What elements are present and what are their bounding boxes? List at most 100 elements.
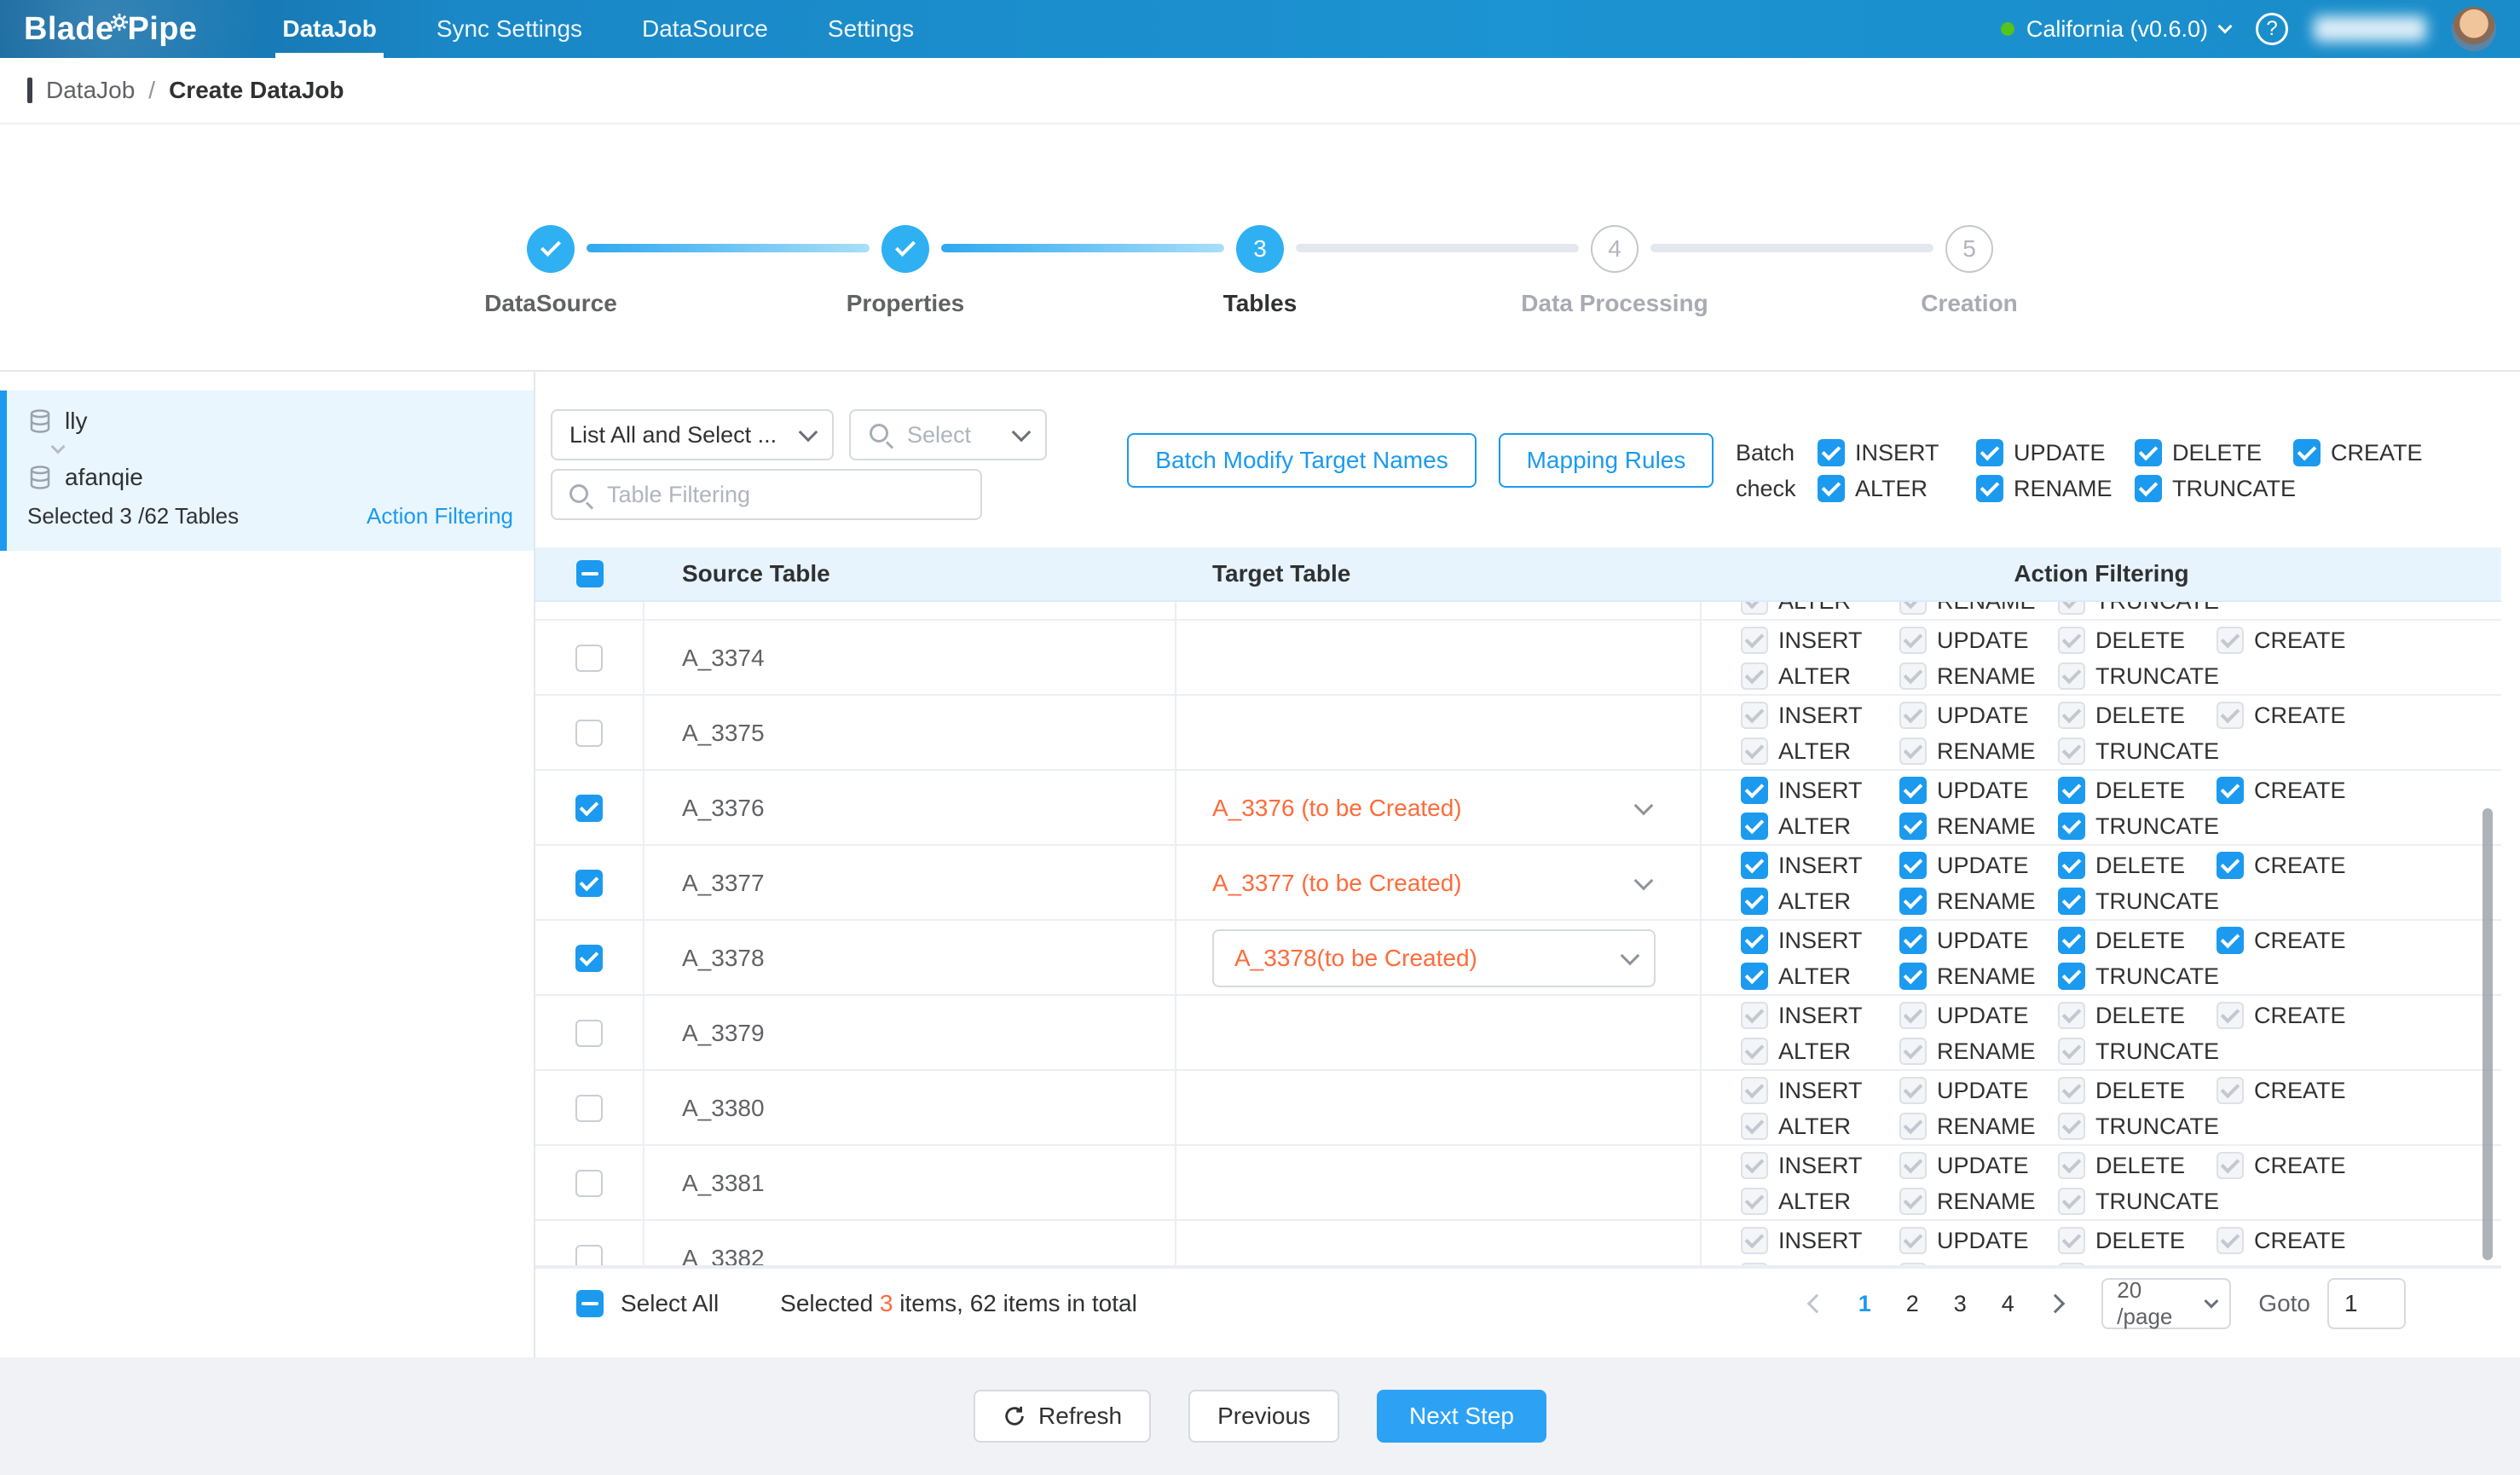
checkbox-insert[interactable]: [1741, 777, 1768, 804]
checkbox-update[interactable]: [1976, 439, 2003, 466]
checkbox-insert[interactable]: [1818, 439, 1845, 466]
breadcrumb-parent[interactable]: DataJob: [46, 77, 135, 104]
action-checkbox-alter[interactable]: ALTER: [1741, 808, 1899, 844]
checkbox-delete[interactable]: [2058, 852, 2085, 879]
checkbox-truncate[interactable]: [2058, 813, 2085, 840]
select-dropdown[interactable]: Select: [849, 409, 1047, 460]
row-checkbox[interactable]: [575, 1245, 603, 1267]
help-button[interactable]: ?: [2256, 13, 2288, 45]
checkbox-delete[interactable]: [2058, 777, 2085, 804]
row-checkbox[interactable]: [575, 870, 603, 897]
action-checkbox-delete[interactable]: DELETE: [2135, 435, 2293, 471]
action-checkbox-update[interactable]: UPDATE: [1976, 435, 2135, 471]
action-checkbox-update[interactable]: UPDATE: [1899, 847, 2058, 883]
action-checkbox-truncate[interactable]: TRUNCATE: [2058, 808, 2217, 844]
checkbox-rename[interactable]: [1899, 888, 1927, 915]
list-mode-dropdown[interactable]: List All and Select ...: [551, 409, 834, 460]
checkbox-create[interactable]: [2217, 927, 2244, 954]
chevron-down-icon[interactable]: [1634, 796, 1654, 816]
checkbox-truncate[interactable]: [2135, 475, 2162, 502]
action-checkbox-insert[interactable]: INSERT: [1818, 435, 1976, 471]
checkbox-delete[interactable]: [2135, 439, 2162, 466]
action-checkbox-alter[interactable]: ALTER: [1741, 883, 1899, 919]
checkbox-insert[interactable]: [1741, 852, 1768, 879]
action-checkbox-update[interactable]: UPDATE: [1899, 772, 2058, 808]
checkbox-alter[interactable]: [1741, 813, 1768, 840]
action-checkbox-create[interactable]: CREATE: [2217, 923, 2375, 958]
row-checkbox[interactable]: [575, 1020, 603, 1047]
checkbox-update[interactable]: [1899, 927, 1927, 954]
action-checkbox-truncate[interactable]: TRUNCATE: [2058, 883, 2217, 919]
batch-modify-target-names-button[interactable]: Batch Modify Target Names: [1127, 433, 1477, 488]
checkbox-create[interactable]: [2293, 439, 2321, 466]
action-checkbox-insert[interactable]: INSERT: [1741, 923, 1899, 958]
action-checkbox-rename[interactable]: RENAME: [1899, 883, 2058, 919]
target-table-select[interactable]: A_3378(to be Created): [1212, 929, 1656, 987]
checkbox-rename[interactable]: [1899, 963, 1927, 990]
checkbox-truncate[interactable]: [2058, 963, 2085, 990]
checkbox-alter[interactable]: [1741, 963, 1768, 990]
row-checkbox[interactable]: [575, 1170, 603, 1197]
nav-item-datajob[interactable]: DataJob: [275, 0, 383, 58]
checkbox-alter[interactable]: [1818, 475, 1845, 502]
prev-page-button[interactable]: [1795, 1280, 1839, 1328]
action-checkbox-insert[interactable]: INSERT: [1741, 772, 1899, 808]
action-checkbox-delete[interactable]: DELETE: [2058, 772, 2217, 808]
nav-item-datasource[interactable]: DataSource: [635, 0, 775, 58]
refresh-button[interactable]: Refresh: [974, 1390, 1151, 1443]
avatar[interactable]: [2452, 7, 2496, 51]
checkbox-rename[interactable]: [1899, 813, 1927, 840]
action-checkbox-truncate[interactable]: TRUNCATE: [2135, 471, 2293, 506]
checkbox-insert[interactable]: [1741, 927, 1768, 954]
row-checkbox[interactable]: [575, 645, 603, 672]
action-checkbox-rename[interactable]: RENAME: [1899, 808, 2058, 844]
mapping-rules-button[interactable]: Mapping Rules: [1499, 433, 1714, 488]
select-all-header-checkbox[interactable]: [576, 560, 604, 587]
target-table-name[interactable]: A_3376 (to be Created): [1212, 795, 1462, 822]
page-button-1[interactable]: 1: [1842, 1280, 1887, 1328]
action-checkbox-alter[interactable]: ALTER: [1818, 471, 1976, 506]
action-checkbox-insert[interactable]: INSERT: [1741, 847, 1899, 883]
row-checkbox[interactable]: [575, 795, 603, 822]
page-button-3[interactable]: 3: [1938, 1280, 1982, 1328]
checkbox-create[interactable]: [2217, 852, 2244, 879]
chevron-down-icon[interactable]: [1634, 871, 1654, 891]
action-checkbox-create[interactable]: CREATE: [2217, 772, 2375, 808]
action-checkbox-truncate[interactable]: TRUNCATE: [2058, 958, 2217, 994]
row-checkbox[interactable]: [575, 1095, 603, 1122]
select-all-checkbox[interactable]: [576, 1290, 604, 1317]
target-table-name[interactable]: A_3377 (to be Created): [1212, 870, 1462, 897]
next-page-button[interactable]: [2033, 1280, 2078, 1328]
action-checkbox-create[interactable]: CREATE: [2217, 847, 2375, 883]
table-scrollbar-thumb[interactable]: [2482, 808, 2493, 1260]
action-filtering-link[interactable]: Action Filtering: [367, 503, 513, 529]
column-header-source: Source Table: [644, 560, 1176, 587]
goto-page-input[interactable]: [2327, 1278, 2406, 1329]
checkbox-update[interactable]: [1899, 777, 1927, 804]
action-checkbox-delete[interactable]: DELETE: [2058, 923, 2217, 958]
nav-item-sync-settings[interactable]: Sync Settings: [430, 0, 589, 58]
page-button-4[interactable]: 4: [1985, 1280, 2030, 1328]
checkbox-delete[interactable]: [2058, 927, 2085, 954]
checkbox-rename[interactable]: [1976, 475, 2003, 502]
action-checkbox-create[interactable]: CREATE: [2293, 435, 2452, 471]
next-step-button[interactable]: Next Step: [1377, 1390, 1546, 1443]
checkbox-update[interactable]: [1899, 852, 1927, 879]
checkbox-truncate[interactable]: [2058, 888, 2085, 915]
action-checkbox-delete[interactable]: DELETE: [2058, 847, 2217, 883]
datasource-pair-card[interactable]: lly afanqie Selected 3 /62 Tables Action…: [0, 390, 534, 551]
action-checkbox-rename[interactable]: RENAME: [1976, 471, 2135, 506]
action-checkbox-rename[interactable]: RENAME: [1899, 958, 2058, 994]
page-size-select[interactable]: 20 /page: [2101, 1278, 2231, 1329]
row-checkbox[interactable]: [575, 720, 603, 747]
table-filter-input[interactable]: [551, 469, 982, 520]
row-checkbox[interactable]: [575, 945, 603, 972]
nav-item-settings[interactable]: Settings: [821, 0, 921, 58]
previous-button[interactable]: Previous: [1188, 1390, 1339, 1443]
region-selector[interactable]: California (v0.6.0): [2001, 16, 2230, 43]
action-checkbox-alter[interactable]: ALTER: [1741, 958, 1899, 994]
action-checkbox-update[interactable]: UPDATE: [1899, 923, 2058, 958]
checkbox-create[interactable]: [2217, 777, 2244, 804]
page-button-2[interactable]: 2: [1890, 1280, 1934, 1328]
checkbox-alter[interactable]: [1741, 888, 1768, 915]
